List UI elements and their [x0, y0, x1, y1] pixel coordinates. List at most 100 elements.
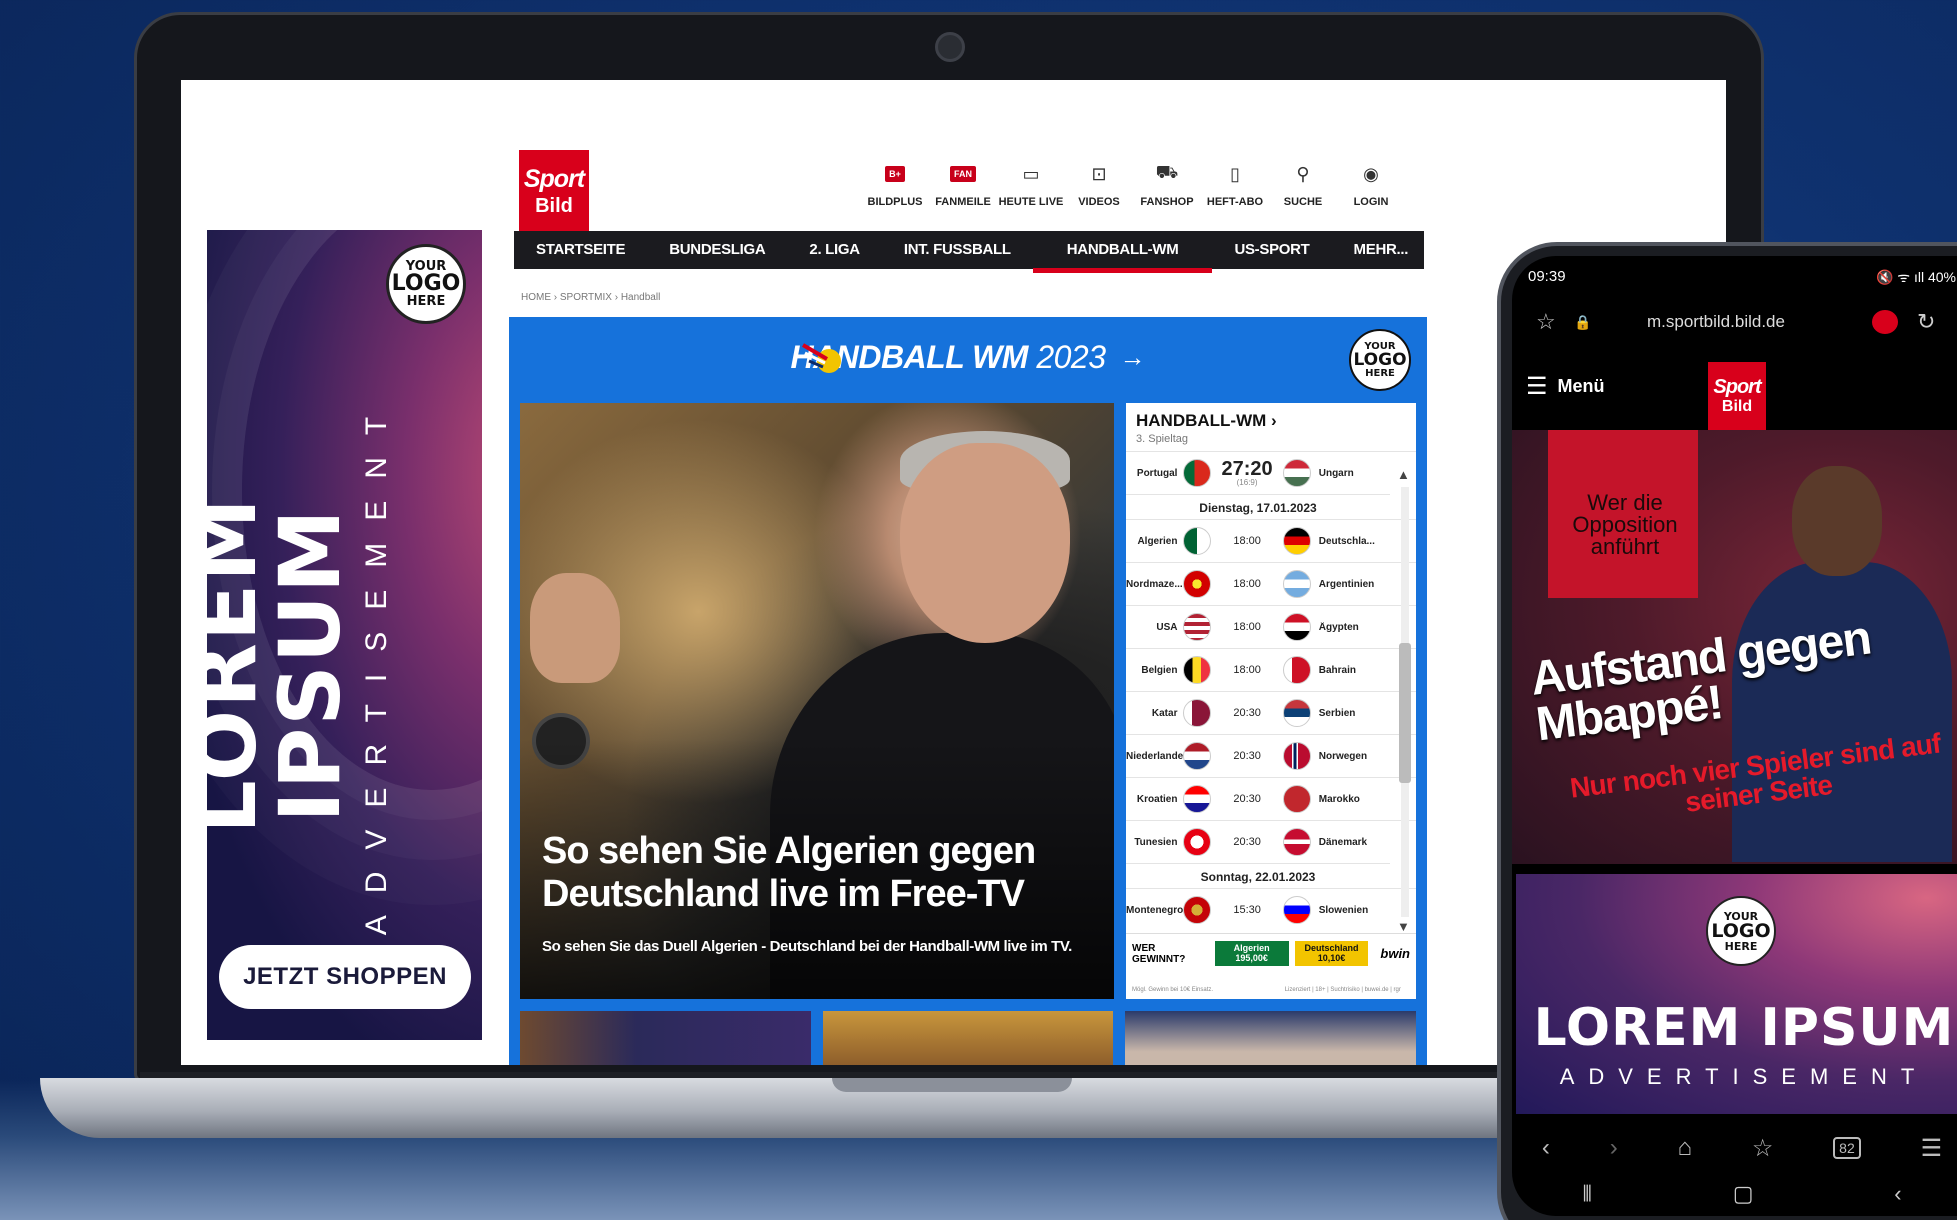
- ad-logo: YOUR LOGO HERE: [1706, 896, 1776, 966]
- nav-item-fanshop[interactable]: ⛟ FANSHOP: [1133, 158, 1201, 208]
- bet-button-germany[interactable]: Deutschland 10,10€: [1294, 941, 1369, 966]
- flag-norway-icon: [1282, 742, 1311, 770]
- story-kicker: Wer die Opposition anführt: [1572, 490, 1678, 559]
- tv-icon: ▭: [1022, 163, 1040, 184]
- skyscraper-ad[interactable]: LOREM IPSUM ADVERTISEMENT YOUR LOGO HERE…: [207, 230, 482, 1040]
- mobile-ad[interactable]: YOUR LOGO HERE LOREM IPSUM ADVERTISEMENT: [1516, 874, 1957, 1114]
- sportbild-logo-mobile[interactable]: Sport Bild: [1708, 362, 1766, 430]
- nav-us-sport[interactable]: US-SPORT: [1212, 231, 1331, 269]
- bild-tab-icon[interactable]: [1872, 310, 1898, 334]
- mobile-hero-story[interactable]: Wer die Opposition anführt Aufstand gege…: [1512, 430, 1957, 864]
- match-time: 20:30: [1233, 836, 1261, 848]
- bwin-logo[interactable]: bwin: [1380, 946, 1410, 961]
- hamburger-icon[interactable]: ☰: [1526, 372, 1548, 401]
- nav-item-login[interactable]: ◉ LOGIN: [1337, 158, 1405, 209]
- match-row[interactable]: Kroatien 20:30 Marokko: [1126, 777, 1416, 820]
- tabs-icon[interactable]: 82: [1833, 1137, 1861, 1159]
- scroll-up-icon[interactable]: ▲: [1397, 467, 1410, 482]
- scroll-thumb[interactable]: [1399, 643, 1411, 783]
- match-row[interactable]: Portugal 27:20 (16:9) Ungarn: [1126, 451, 1416, 494]
- recent-apps-icon[interactable]: ⦀: [1582, 1181, 1592, 1207]
- match-row[interactable]: USA 18:00 Ägypten: [1126, 605, 1416, 648]
- match-row[interactable]: Algerien 18:00 Deutschla...: [1126, 519, 1416, 562]
- bet-label: WER GEWINNT?: [1132, 942, 1186, 965]
- nav-item-videos[interactable]: ⊡ VIDEOS: [1065, 158, 1133, 209]
- handball-header[interactable]: HANDBALL WM 2023 →: [509, 317, 1427, 397]
- nav-2-liga[interactable]: 2. LIGA: [787, 231, 881, 269]
- flag-bahrain-icon: [1282, 656, 1311, 684]
- menu-icon[interactable]: ☰: [1921, 1134, 1943, 1163]
- nav-item-suche[interactable]: ⚲ SUCHE: [1269, 158, 1337, 209]
- nav-label: SUCHE: [1283, 196, 1323, 208]
- hero-article[interactable]: So sehen Sie Algerien gegen Deutschland …: [520, 403, 1114, 999]
- nav-item-heute-live[interactable]: ▭ HEUTE LIVE: [997, 158, 1065, 209]
- reload-icon[interactable]: ↻: [1917, 309, 1935, 335]
- nav-item-heft-abo[interactable]: ▯ HEFT-ABO: [1201, 158, 1269, 209]
- battery-indicator: 🔇 ᯤ ıll 40%: [1875, 269, 1956, 285]
- url-text[interactable]: m.sportbild.bild.de: [1647, 312, 1785, 332]
- bookmark-star-icon[interactable]: ☆: [1536, 309, 1556, 335]
- match-row[interactable]: Belgien 18:00 Bahrain: [1126, 648, 1416, 691]
- flag-north-macedonia-icon: [1183, 570, 1212, 598]
- away-team: Slowenien: [1318, 904, 1369, 916]
- browser-toolbar: ‹ › ⌂ ☆ 82 ☰: [1512, 1126, 1957, 1170]
- nav-handball-wm[interactable]: HANDBALL-WM: [1032, 231, 1213, 273]
- ad-title: LOREM IPSUM: [1533, 998, 1955, 1058]
- match-row[interactable]: Nordmaze... 18:00 Argentinien: [1126, 562, 1416, 605]
- menu-label[interactable]: Menü: [1558, 376, 1605, 397]
- fine-print: Mögl. Gewinn bei 10€ Einsatz. Lizenziert…: [1132, 987, 1401, 993]
- match-row[interactable]: Katar 20:30 Serbien: [1126, 691, 1416, 734]
- nav-item-bildplus[interactable]: B+ BILDPLUS: [861, 158, 929, 208]
- logo-line: LOGO: [1353, 349, 1407, 370]
- bet-button-algeria[interactable]: Algerien 195,00€: [1214, 941, 1289, 966]
- sportbild-logo[interactable]: Sport Bild: [519, 150, 589, 232]
- match-time: 20:30: [1233, 750, 1261, 762]
- nav-startseite[interactable]: STARTSEITE: [514, 231, 647, 269]
- away-team: Serbien: [1318, 707, 1356, 719]
- ad-subtitle: ADVERTISEMENT: [1559, 1064, 1929, 1089]
- widget-scrollbar[interactable]: ▲ ▼: [1394, 467, 1414, 937]
- home-team: Portugal: [1136, 467, 1178, 479]
- ad-vertical-text: LOREM IPSUM ADVERTISEMENT: [207, 325, 394, 1005]
- bookmarks-icon[interactable]: ☆: [1752, 1134, 1774, 1163]
- match-row[interactable]: Montenegro 15:30 Slowenien: [1126, 888, 1416, 931]
- home-icon[interactable]: ⌂: [1678, 1134, 1693, 1162]
- away-team: Deutschla...: [1318, 535, 1375, 547]
- flag-denmark-icon: [1282, 828, 1311, 856]
- shop-now-button[interactable]: JETZT SHOPPEN: [219, 945, 471, 1009]
- nav-int-fussball[interactable]: INT. FUSSBALL: [882, 231, 1033, 269]
- nav-bundesliga[interactable]: BUNDESLIGA: [647, 231, 787, 269]
- back-icon[interactable]: ‹: [1542, 1134, 1550, 1162]
- forward-icon[interactable]: ›: [1610, 1134, 1618, 1162]
- system-back-icon[interactable]: ‹: [1894, 1181, 1901, 1207]
- nav-item-fanmeile[interactable]: FAN FANMEILE: [929, 158, 997, 208]
- clock: 09:39: [1528, 267, 1566, 285]
- phone-screen: 09:39 🔇 ᯤ ıll 40% ☆ 🔒 m.sportbild.bild.d…: [1512, 256, 1957, 1216]
- ad-logo-line: LOGO: [1711, 919, 1771, 942]
- match-row[interactable]: Niederlande 20:30 Norwegen: [1126, 734, 1416, 777]
- ad-subtitle: ADVERTISEMENT: [360, 394, 393, 936]
- teaser-thumbnail[interactable]: [822, 1011, 1114, 1065]
- widget-title[interactable]: HANDBALL-WM ›: [1126, 403, 1416, 431]
- teaser-thumbnail[interactable]: [520, 1011, 811, 1065]
- flag-algeria-icon: [1183, 527, 1212, 555]
- logo-line: Bild: [1721, 398, 1753, 415]
- schedule-widget: HANDBALL-WM › 3. Spieltag Portugal 27:20…: [1126, 403, 1416, 999]
- nav-label: BILDPLUS: [867, 196, 923, 208]
- scroll-down-icon[interactable]: ▼: [1397, 919, 1410, 934]
- widget-subtitle: 3. Spieltag: [1136, 433, 1188, 445]
- match-time: 18:00: [1233, 664, 1261, 676]
- home-button-icon[interactable]: ▢: [1733, 1181, 1754, 1207]
- bildplus-icon: B+: [885, 158, 905, 190]
- teaser-thumbnail[interactable]: [1125, 1011, 1417, 1065]
- match-time: 15:30: [1233, 904, 1261, 916]
- browser-url-bar[interactable]: ☆ 🔒 m.sportbild.bild.de ↻: [1512, 300, 1957, 344]
- flag-montenegro-icon: [1183, 896, 1212, 924]
- breadcrumb[interactable]: HOME › SPORTMIX › Handball: [521, 292, 660, 303]
- logo-line: HERE: [1365, 367, 1395, 379]
- teaser-row: [520, 1011, 1417, 1065]
- nav-mehr[interactable]: MEHR...: [1332, 231, 1431, 269]
- home-team: Kroatien: [1136, 793, 1178, 805]
- search-icon: ⚲: [1296, 163, 1310, 184]
- match-row[interactable]: Tunesien 20:30 Dänemark: [1126, 820, 1416, 863]
